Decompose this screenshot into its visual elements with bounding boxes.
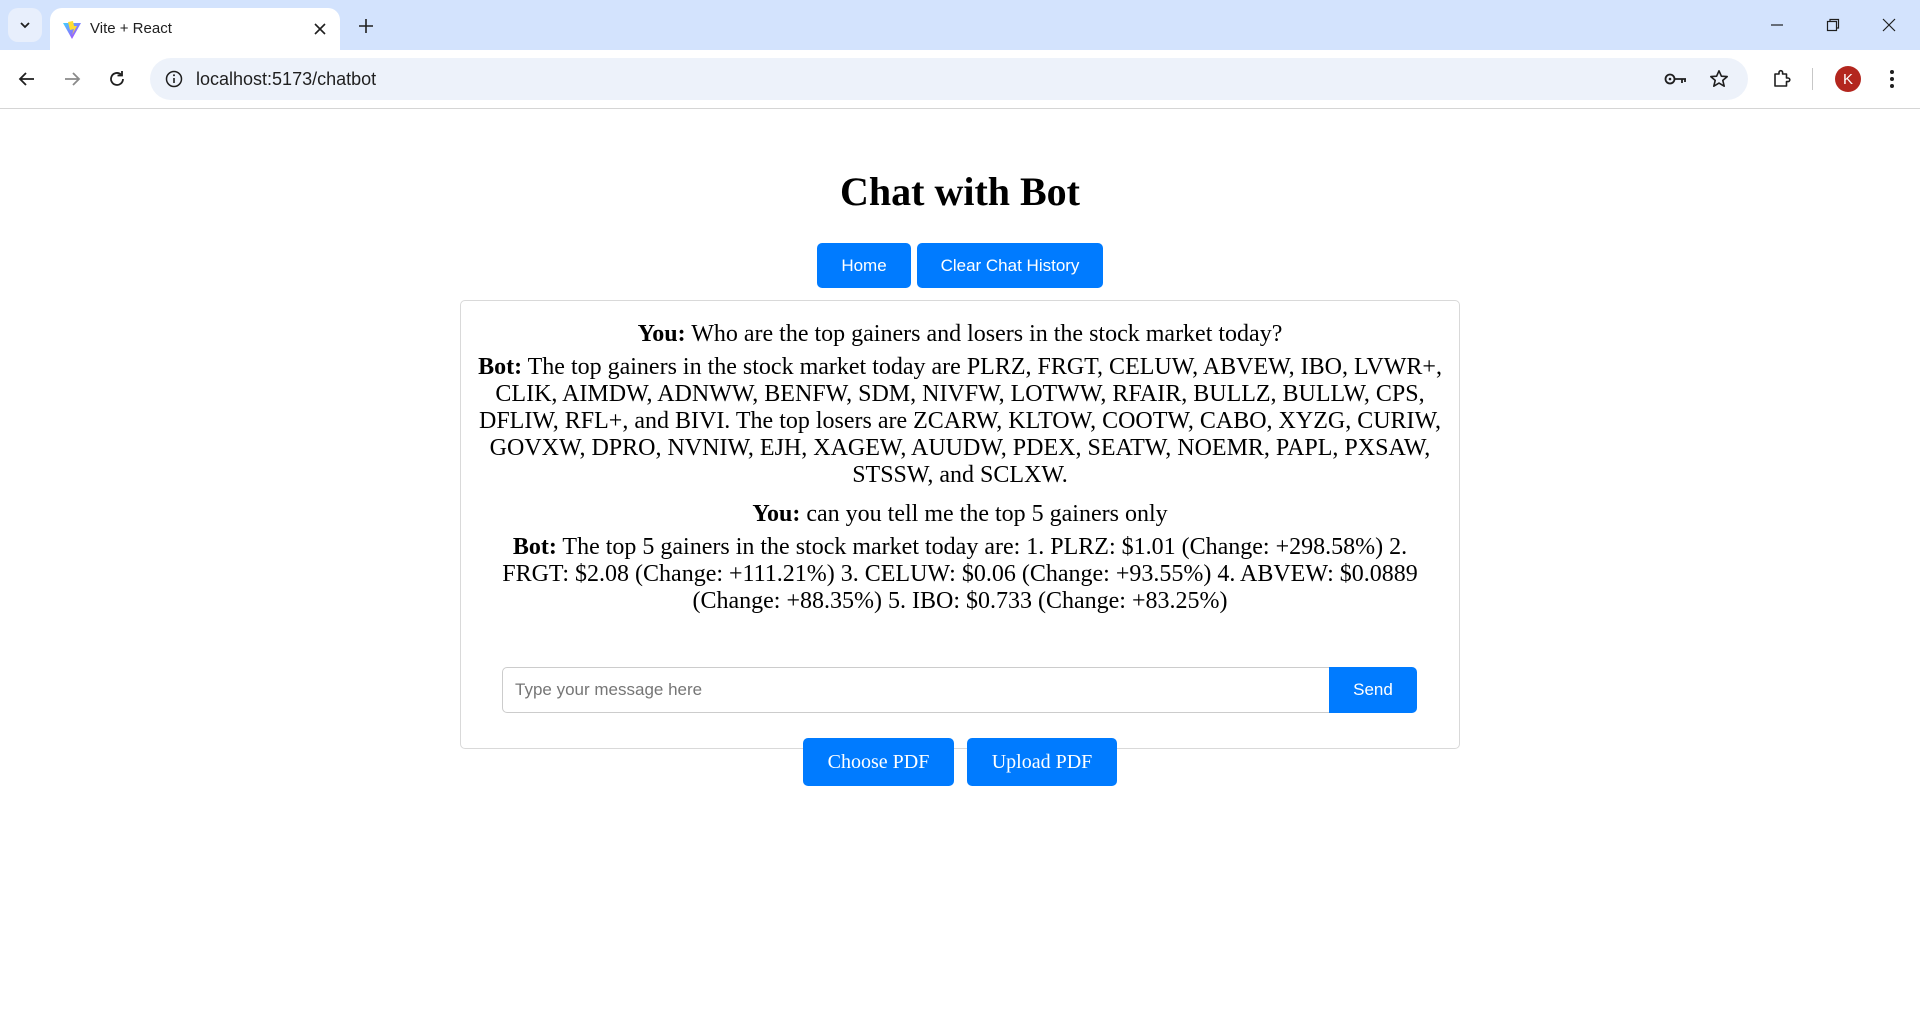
tab-strip: Vite + React: [0, 0, 1920, 50]
new-tab-button[interactable]: [350, 10, 382, 42]
info-icon: [165, 70, 183, 88]
chat-message-bot: Bot: The top gainers in the stock market…: [477, 354, 1443, 489]
home-button[interactable]: Home: [817, 243, 911, 288]
reload-icon: [110, 71, 124, 86]
message-sender: Bot:: [478, 354, 523, 380]
plus-icon: [359, 19, 373, 33]
reload-button[interactable]: [99, 61, 135, 97]
password-key-button[interactable]: [1662, 65, 1690, 93]
minimize-button[interactable]: [1754, 6, 1800, 44]
bookmark-button[interactable]: [1705, 65, 1733, 93]
chat-message-bot: Bot: The top 5 gainers in the stock mark…: [477, 534, 1443, 615]
puzzle-icon: [1774, 69, 1791, 87]
message-text: can you tell me the top 5 gainers only: [800, 501, 1168, 527]
message-text: The top gainers in the stock market toda…: [479, 354, 1442, 488]
message-input[interactable]: [502, 667, 1330, 713]
browser-chrome: Vite + React localhost:5173/chatbot K: [0, 0, 1920, 109]
close-icon: [1882, 18, 1896, 32]
send-button[interactable]: Send: [1329, 667, 1417, 713]
choose-pdf-button[interactable]: Choose PDF: [803, 738, 954, 786]
site-info-button[interactable]: [160, 65, 188, 93]
url-text: localhost:5173/chatbot: [196, 69, 377, 89]
restore-icon: [1826, 18, 1840, 32]
chevron-down-icon: [20, 22, 30, 29]
arrow-right-icon: [65, 72, 81, 86]
key-icon: [1664, 73, 1686, 85]
toolbar-separator: [1812, 68, 1813, 90]
arrow-left-icon: [18, 72, 34, 86]
browser-toolbar: localhost:5173/chatbot K: [0, 50, 1920, 108]
page-title: Chat with Bot: [839, 169, 1081, 214]
clear-chat-history-button[interactable]: Clear Chat History: [917, 243, 1103, 288]
tab-close-button[interactable]: [308, 17, 332, 41]
restore-button[interactable]: [1810, 6, 1856, 44]
close-window-button[interactable]: [1866, 6, 1912, 44]
message-sender: You:: [637, 321, 686, 347]
chatbot-page: Chat with Bot Home Clear Chat History Yo…: [0, 109, 1920, 1025]
browser-menu-button[interactable]: [1874, 61, 1910, 97]
tab-search-button[interactable]: [8, 8, 42, 42]
star-icon: [1710, 70, 1728, 87]
forward-button[interactable]: [54, 61, 90, 97]
vite-logo-icon: [63, 21, 81, 39]
minimize-icon: [1771, 24, 1783, 26]
back-button[interactable]: [9, 61, 45, 97]
address-bar[interactable]: localhost:5173/chatbot: [150, 58, 1748, 100]
message-sender: Bot:: [512, 534, 557, 560]
message-sender: You:: [752, 501, 801, 527]
upload-pdf-button[interactable]: Upload PDF: [967, 738, 1117, 786]
browser-tab[interactable]: Vite + React: [50, 8, 340, 50]
chat-message-user: You: Who are the top gainers and losers …: [477, 321, 1443, 348]
profile-avatar[interactable]: K: [1835, 66, 1861, 92]
chat-message-user: You: can you tell me the top 5 gainers o…: [477, 501, 1443, 528]
kebab-menu-icon: [1890, 70, 1894, 88]
message-text: Who are the top gainers and losers in th…: [685, 321, 1283, 347]
message-text: The top 5 gainers in the stock market to…: [502, 534, 1418, 614]
extensions-button[interactable]: [1764, 61, 1800, 97]
tab-title: Vite + React: [90, 20, 172, 37]
close-icon: [314, 23, 326, 35]
